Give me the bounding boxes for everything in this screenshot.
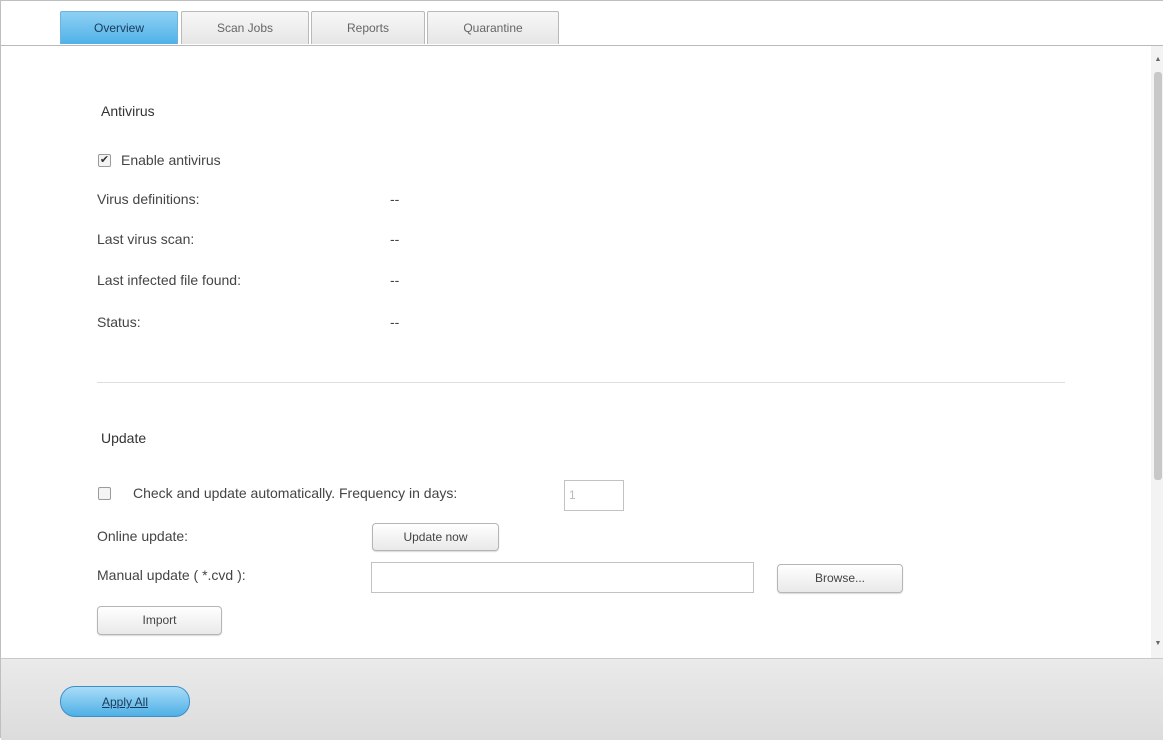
tab-bar: Overview Scan Jobs Reports Quarantine (1, 11, 1163, 46)
update-now-button[interactable]: Update now (372, 523, 499, 551)
last-virus-scan-value: -- (390, 231, 400, 247)
antivirus-section-title: Antivirus (101, 103, 155, 119)
last-infected-file-value: -- (390, 272, 400, 288)
last-infected-file-label: Last infected file found: (97, 272, 241, 288)
status-label: Status: (97, 314, 141, 330)
scroll-up-arrow-icon[interactable]: ▲ (1154, 56, 1162, 64)
enable-antivirus-label: Enable antivirus (121, 152, 221, 168)
manual-update-file-input[interactable] (371, 562, 754, 593)
tab-quarantine[interactable]: Quarantine (427, 11, 559, 44)
virus-definitions-label: Virus definitions: (97, 191, 200, 207)
vertical-scrollbar[interactable]: ▲ ▼ (1151, 46, 1163, 658)
scroll-thumb[interactable] (1154, 72, 1162, 480)
online-update-label: Online update: (97, 528, 189, 544)
footer-bar: Apply All (1, 658, 1163, 740)
scroll-down-arrow-icon[interactable]: ▼ (1154, 640, 1162, 648)
apply-all-button[interactable]: Apply All (60, 686, 190, 717)
status-value: -- (390, 314, 400, 330)
auto-update-label: Check and update automatically. Frequenc… (133, 485, 458, 501)
tab-scan-jobs[interactable]: Scan Jobs (181, 11, 309, 44)
enable-antivirus-checkbox[interactable]: ✔ (98, 154, 111, 167)
manual-update-label: Manual update ( *.cvd ): (97, 567, 246, 583)
virus-definitions-value: -- (390, 191, 400, 207)
tab-reports[interactable]: Reports (311, 11, 425, 44)
antivirus-window: Overview Scan Jobs Reports Quarantine An… (0, 0, 1163, 740)
update-section-title: Update (101, 430, 147, 446)
section-divider (97, 382, 1065, 383)
browse-button[interactable]: Browse... (777, 564, 903, 593)
tab-overview[interactable]: Overview (60, 11, 178, 44)
last-virus-scan-label: Last virus scan: (97, 231, 195, 247)
frequency-days-input[interactable]: 1 (564, 480, 624, 511)
auto-update-checkbox[interactable] (98, 487, 111, 500)
import-button[interactable]: Import (97, 606, 222, 635)
overview-panel: Antivirus ✔ Enable antivirus Virus defin… (1, 46, 1151, 658)
